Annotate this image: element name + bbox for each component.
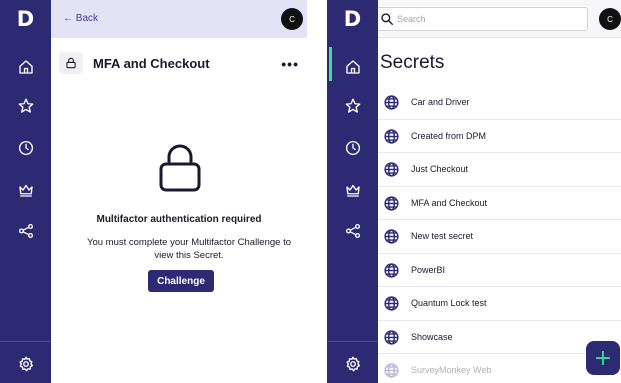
list-item-label: PowerBI (411, 264, 446, 275)
lock-icon (66, 57, 76, 69)
star-icon (18, 98, 33, 113)
nav-home[interactable] (327, 52, 378, 82)
challenge-button[interactable]: Challenge (148, 270, 214, 292)
globe-icon (383, 94, 400, 111)
list-item-label: MFA and Checkout (411, 197, 488, 208)
list-item[interactable]: New test secret (378, 220, 621, 254)
sidebar: D (327, 0, 378, 383)
secret-detail-panel: D ← Back C MFA and Checkout ••• Multifac… (0, 0, 307, 383)
back-link[interactable]: ← Back (63, 13, 98, 24)
title-row: MFA and Checkout ••• (51, 46, 307, 80)
crown-icon (18, 184, 33, 197)
app-logo: D (343, 7, 362, 31)
nav-sharing[interactable] (0, 216, 51, 246)
list-item[interactable]: SurveyMonkey Web (378, 354, 621, 383)
globe-icon (383, 295, 400, 312)
list-item-label: Quantum Lock test (411, 298, 487, 308)
nav-favorites[interactable] (327, 91, 378, 121)
globe-icon (383, 262, 400, 279)
nav-divider (0, 341, 51, 342)
search-icon (380, 12, 394, 26)
nav-recent[interactable] (0, 133, 51, 163)
add-secret-button[interactable]: + (586, 341, 620, 375)
globe-icon (383, 362, 400, 379)
globe-icon (383, 195, 400, 212)
nav-settings[interactable] (327, 349, 378, 379)
mfa-lock-illustration (158, 143, 202, 193)
list-item[interactable]: Quantum Lock test (378, 287, 621, 321)
globe-icon (383, 228, 400, 245)
secrets-list-panel: C D Secrets Car and Driver (327, 0, 621, 383)
globe-icon (383, 329, 400, 346)
page-title: MFA and Checkout (93, 56, 210, 71)
secrets-list: Car and Driver Created from DPM Just Che… (378, 86, 621, 383)
list-item-label: New test secret (411, 231, 474, 241)
main-content: ← Back C MFA and Checkout ••• Multifacto… (51, 0, 307, 383)
list-item-label: Just Checkout (411, 164, 469, 174)
list-item[interactable]: Just Checkout (378, 153, 621, 187)
page-title: Secrets (380, 52, 445, 73)
search-box[interactable] (372, 7, 588, 31)
more-options-icon[interactable]: ••• (281, 56, 299, 72)
clock-icon (345, 140, 360, 156)
list-item-label: SurveyMonkey Web (411, 365, 492, 375)
nav-divider (327, 341, 378, 342)
nav-premium[interactable] (0, 175, 51, 205)
list-item[interactable]: PowerBI (378, 254, 621, 287)
share-icon (345, 223, 360, 239)
lock-icon (159, 144, 201, 192)
sidebar: D (0, 0, 51, 383)
mfa-description: You must complete your Multifactor Chall… (86, 237, 291, 261)
avatar[interactable]: C (599, 8, 621, 30)
mfa-heading: Multifactor authentication required (96, 214, 262, 225)
gear-icon (345, 356, 360, 372)
list-item-label: Showcase (411, 331, 453, 342)
clock-icon (18, 140, 33, 156)
home-icon (345, 60, 360, 74)
nav-premium[interactable] (327, 175, 378, 205)
gear-icon (18, 356, 33, 372)
search-input[interactable] (397, 11, 577, 27)
list-item[interactable]: Car and Driver (378, 86, 621, 120)
app-logo: D (16, 7, 35, 31)
nav-recent[interactable] (327, 133, 378, 163)
list-item[interactable]: MFA and Checkout (378, 187, 621, 220)
nav-settings[interactable] (0, 349, 51, 379)
nav-favorites[interactable] (0, 91, 51, 121)
nav-home[interactable] (0, 52, 51, 82)
crown-icon (345, 184, 360, 197)
avatar[interactable]: C (281, 8, 303, 30)
home-icon (18, 60, 33, 74)
list-item[interactable]: Showcase (378, 321, 621, 354)
secret-type-badge (59, 52, 83, 74)
list-item[interactable]: Created from DPM (378, 120, 621, 153)
globe-icon (383, 128, 400, 145)
list-item-label: Created from DPM (411, 130, 487, 141)
globe-icon (383, 161, 400, 178)
share-icon (18, 223, 33, 239)
top-bar: ← Back C (51, 0, 307, 38)
nav-sharing[interactable] (327, 216, 378, 246)
star-icon (345, 98, 360, 113)
list-item-label: Car and Driver (411, 97, 470, 107)
